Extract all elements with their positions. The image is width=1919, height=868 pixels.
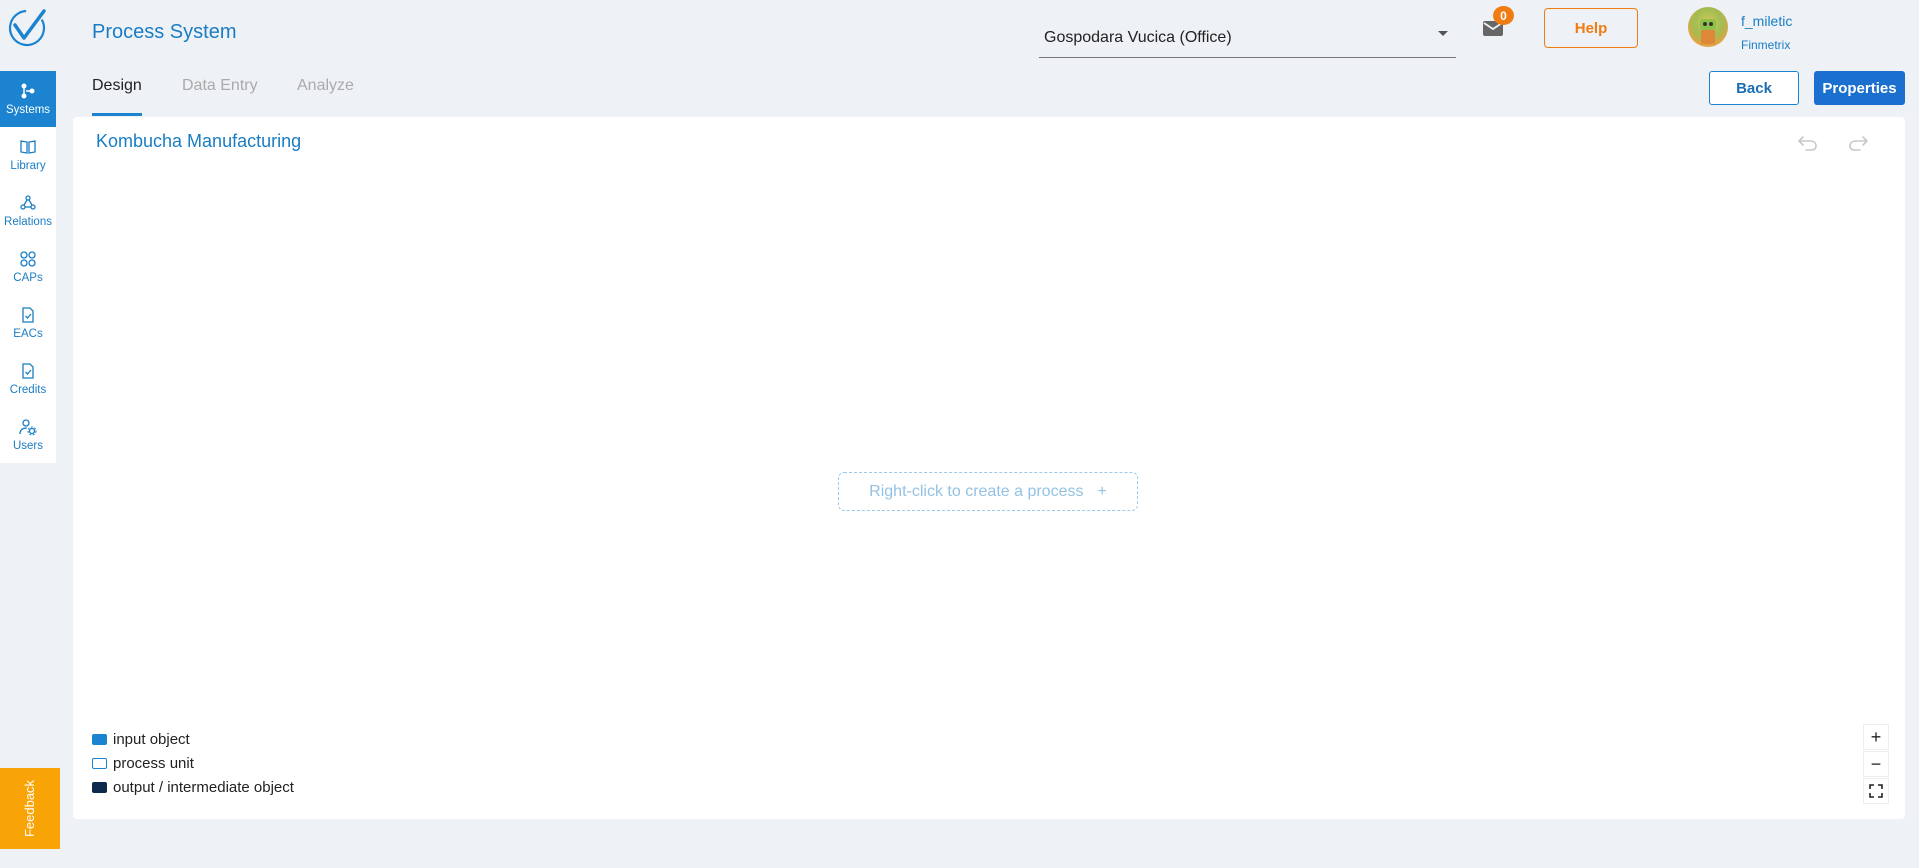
legend-label: process unit	[113, 755, 194, 772]
sidebar: Systems Library Relations CAPs EACs Cred…	[0, 71, 56, 463]
avatar-image	[1700, 19, 1716, 44]
system-title: Kombucha Manufacturing	[96, 131, 302, 151]
legend-label: input object	[113, 731, 190, 748]
sidebar-item-label: EACs	[13, 328, 43, 340]
feedback-button[interactable]: Feedback	[0, 768, 60, 849]
undo-icon[interactable]	[1796, 133, 1818, 153]
sidebar-item-library[interactable]: Library	[0, 127, 56, 183]
zoom-in-button[interactable]: +	[1863, 724, 1889, 750]
users-gear-icon	[19, 419, 37, 436]
legend-swatch	[92, 734, 107, 745]
legend-label: output / intermediate object	[113, 779, 294, 796]
chevron-down-icon	[1438, 31, 1448, 36]
tab-design[interactable]: Design	[92, 77, 142, 95]
sidebar-item-caps[interactable]: CAPs	[0, 239, 56, 295]
user-name[interactable]: f_miletic	[1741, 13, 1792, 29]
grid-icon	[20, 251, 36, 267]
tab-data-entry[interactable]: Data Entry	[182, 77, 258, 95]
sidebar-item-label: Credits	[9, 384, 47, 396]
relations-icon	[20, 195, 36, 210]
document-check-icon	[22, 363, 34, 379]
avatar[interactable]	[1688, 7, 1728, 47]
plus-icon: +	[1097, 482, 1107, 500]
sidebar-item-systems[interactable]: Systems	[0, 71, 56, 127]
sidebar-item-label: Systems	[5, 104, 51, 116]
sidebar-item-label: Users	[12, 440, 44, 452]
legend-item-input: input object	[92, 731, 190, 748]
back-button[interactable]: Back	[1709, 71, 1799, 105]
user-organization: Finmetrix	[1741, 38, 1791, 52]
systems-icon	[21, 83, 35, 99]
organization-select-value: Gospodara Vucica (Office)	[1044, 28, 1232, 46]
page-title: Process System	[92, 21, 237, 43]
legend-swatch	[92, 782, 107, 793]
active-tab-indicator	[92, 113, 142, 116]
properties-button[interactable]: Properties	[1814, 71, 1905, 105]
sidebar-item-label: Relations	[4, 216, 52, 228]
sidebar-item-label: CAPs	[13, 272, 43, 284]
feedback-label: Feedback	[22, 779, 38, 838]
legend-item-output: output / intermediate object	[92, 779, 294, 796]
design-canvas[interactable]	[73, 117, 1905, 819]
sidebar-item-users[interactable]: Users	[0, 407, 56, 463]
document-check-icon	[22, 307, 34, 323]
fullscreen-icon	[1869, 784, 1883, 798]
tab-analyze[interactable]: Analyze	[297, 77, 354, 95]
sidebar-item-label: Library	[10, 160, 46, 172]
create-process-hint: Right-click to create a process +	[838, 472, 1138, 511]
sidebar-item-credits[interactable]: Credits	[0, 351, 56, 407]
create-process-hint-text: Right-click to create a process	[869, 482, 1084, 500]
help-button[interactable]: Help	[1544, 8, 1638, 48]
redo-icon[interactable]	[1848, 133, 1870, 153]
sidebar-item-relations[interactable]: Relations	[0, 183, 56, 239]
mail-count-badge: 0	[1493, 6, 1514, 25]
legend-swatch	[92, 758, 107, 769]
zoom-out-button[interactable]: −	[1863, 751, 1889, 777]
legend-item-process: process unit	[92, 755, 194, 772]
sidebar-item-eacs[interactable]: EACs	[0, 295, 56, 351]
app-logo[interactable]	[7, 8, 47, 48]
book-icon	[20, 140, 36, 154]
fit-view-button[interactable]	[1863, 778, 1889, 804]
organization-select[interactable]: Gospodara Vucica (Office)	[1039, 18, 1456, 58]
